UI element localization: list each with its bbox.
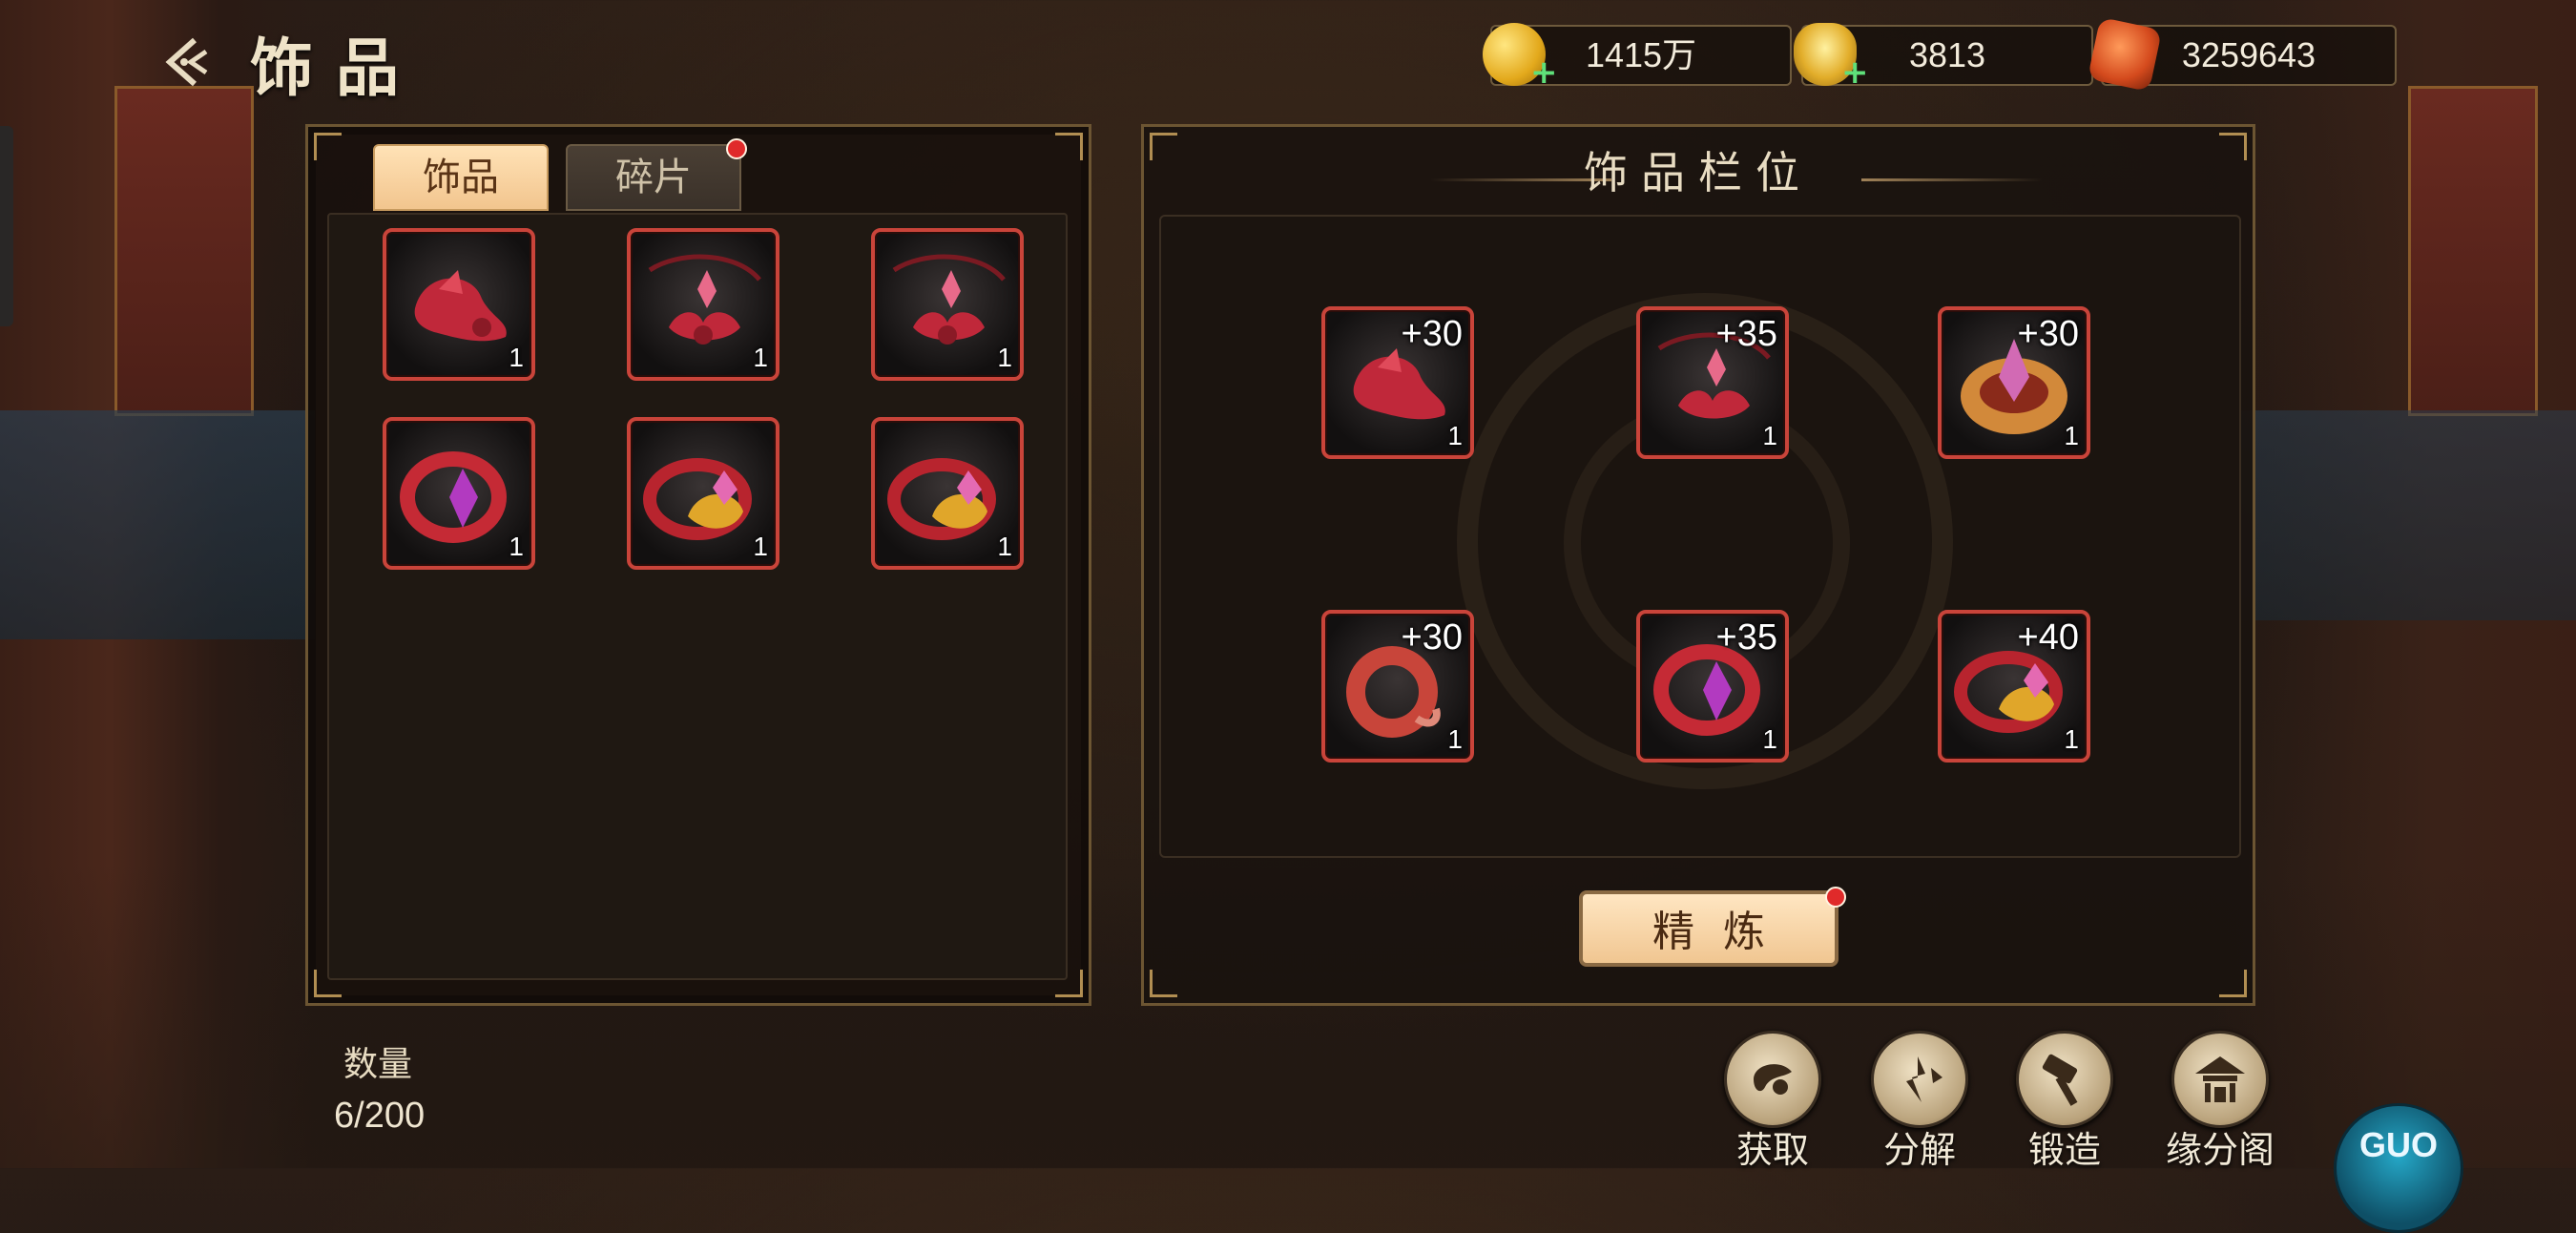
acquire-icon bbox=[1724, 1031, 1821, 1128]
tab-fragments[interactable]: 碎片 bbox=[566, 144, 741, 211]
equip-slot[interactable]: +40 1 bbox=[1938, 610, 2090, 763]
acquire-label: 获取 bbox=[1735, 1129, 1809, 1171]
inventory-item[interactable]: 1 bbox=[627, 228, 779, 381]
refine-badge bbox=[1825, 887, 1846, 908]
corner-decor bbox=[314, 133, 342, 160]
item-qty: 1 bbox=[753, 343, 768, 372]
back-arrow-icon bbox=[165, 37, 208, 87]
inventory-item[interactable]: 1 bbox=[871, 417, 1024, 570]
inventory-count-value: 6/200 bbox=[334, 1096, 426, 1136]
item-qty: 1 bbox=[2064, 724, 2079, 754]
slots-title: 饰品栏位 bbox=[1584, 147, 1813, 199]
item-qty: 1 bbox=[1447, 724, 1463, 754]
equipped-slots-panel: 饰品栏位 +30 1 +35 1 +30 1 +30 1 +35 1 +40 1… bbox=[1141, 124, 2255, 1006]
red-banner-decor bbox=[114, 86, 254, 416]
decompose-label: 分解 bbox=[1882, 1129, 1956, 1171]
gem-value: 3259643 bbox=[2181, 35, 2316, 74]
corner-decor bbox=[1055, 133, 1083, 160]
forge-label: 锻造 bbox=[2027, 1129, 2101, 1171]
inventory-count-label: 数量 bbox=[343, 1045, 413, 1084]
inventory-item[interactable]: 1 bbox=[627, 417, 779, 570]
gold-value: 1415万 bbox=[1585, 35, 1697, 74]
decompose-icon bbox=[1871, 1031, 1968, 1128]
currency-ingot[interactable]: + 3813 bbox=[1794, 23, 2093, 92]
item-qty: 1 bbox=[1762, 724, 1777, 754]
equip-slot[interactable]: +30 1 bbox=[1321, 610, 1474, 763]
currency-gold[interactable]: + 1415万 bbox=[1483, 23, 1792, 92]
item-qty: 1 bbox=[1762, 421, 1777, 450]
fate-pavilion-button[interactable]: 缘分阁 bbox=[2149, 1031, 2292, 1171]
equip-slot[interactable]: +35 1 bbox=[1636, 610, 1789, 763]
enhance-level: +35 bbox=[1715, 617, 1777, 658]
item-qty: 1 bbox=[2064, 421, 2079, 450]
enhance-level: +35 bbox=[1715, 314, 1777, 354]
currency-gem: 3259643 bbox=[2087, 16, 2397, 93]
window-view-decor bbox=[0, 410, 315, 639]
enhance-level: +30 bbox=[1401, 617, 1463, 658]
ingot-value: 3813 bbox=[1908, 35, 1986, 74]
corner-decor bbox=[1150, 970, 1177, 997]
equip-slot[interactable]: +30 1 bbox=[1938, 306, 2090, 459]
equip-slot[interactable]: +30 1 bbox=[1321, 306, 1474, 459]
accessory-inventory-panel: 饰品 碎片 1 1 1 1 1 1 bbox=[305, 124, 1091, 1006]
item-qty: 1 bbox=[997, 532, 1012, 561]
side-handle[interactable] bbox=[0, 126, 13, 326]
enhance-level: +40 bbox=[2017, 617, 2079, 658]
inventory-grid: 1 1 1 1 1 1 bbox=[327, 213, 1068, 980]
red-banner-decor bbox=[2408, 86, 2538, 416]
acquire-button[interactable]: 获取 bbox=[1706, 1031, 1839, 1171]
window-view-decor bbox=[2213, 410, 2576, 620]
decompose-button[interactable]: 分解 bbox=[1853, 1031, 1986, 1171]
inventory-item[interactable]: 1 bbox=[383, 228, 535, 381]
slots-area: +30 1 +35 1 +30 1 +30 1 +35 1 +40 1 bbox=[1159, 215, 2241, 858]
fragments-badge bbox=[726, 138, 747, 159]
item-qty: 1 bbox=[509, 343, 524, 372]
item-qty: 1 bbox=[753, 532, 768, 561]
corner-decor bbox=[2219, 970, 2247, 997]
game-logo: GUO bbox=[2334, 1103, 2463, 1233]
pavilion-icon bbox=[2171, 1031, 2269, 1128]
forge-button[interactable]: 锻造 bbox=[1998, 1031, 2131, 1171]
back-button[interactable] bbox=[153, 29, 219, 95]
fate-pavilion-label: 缘分阁 bbox=[2165, 1129, 2275, 1171]
enhance-level: +30 bbox=[1401, 314, 1463, 354]
item-qty: 1 bbox=[997, 343, 1012, 372]
item-qty: 1 bbox=[1447, 421, 1463, 450]
tab-accessories[interactable]: 饰品 bbox=[373, 144, 549, 211]
logo-text: GUO bbox=[2358, 1125, 2438, 1164]
hammer-icon bbox=[2016, 1031, 2113, 1128]
enhance-level: +30 bbox=[2017, 314, 2079, 354]
item-qty: 1 bbox=[509, 532, 524, 561]
title-divider-right bbox=[1861, 178, 2043, 181]
page-title: 饰品 bbox=[250, 31, 422, 105]
inventory-item[interactable]: 1 bbox=[383, 417, 535, 570]
inventory-item[interactable]: 1 bbox=[871, 228, 1024, 381]
equip-slot[interactable]: +35 1 bbox=[1636, 306, 1789, 459]
refine-button[interactable]: 精炼 bbox=[1579, 890, 1839, 967]
